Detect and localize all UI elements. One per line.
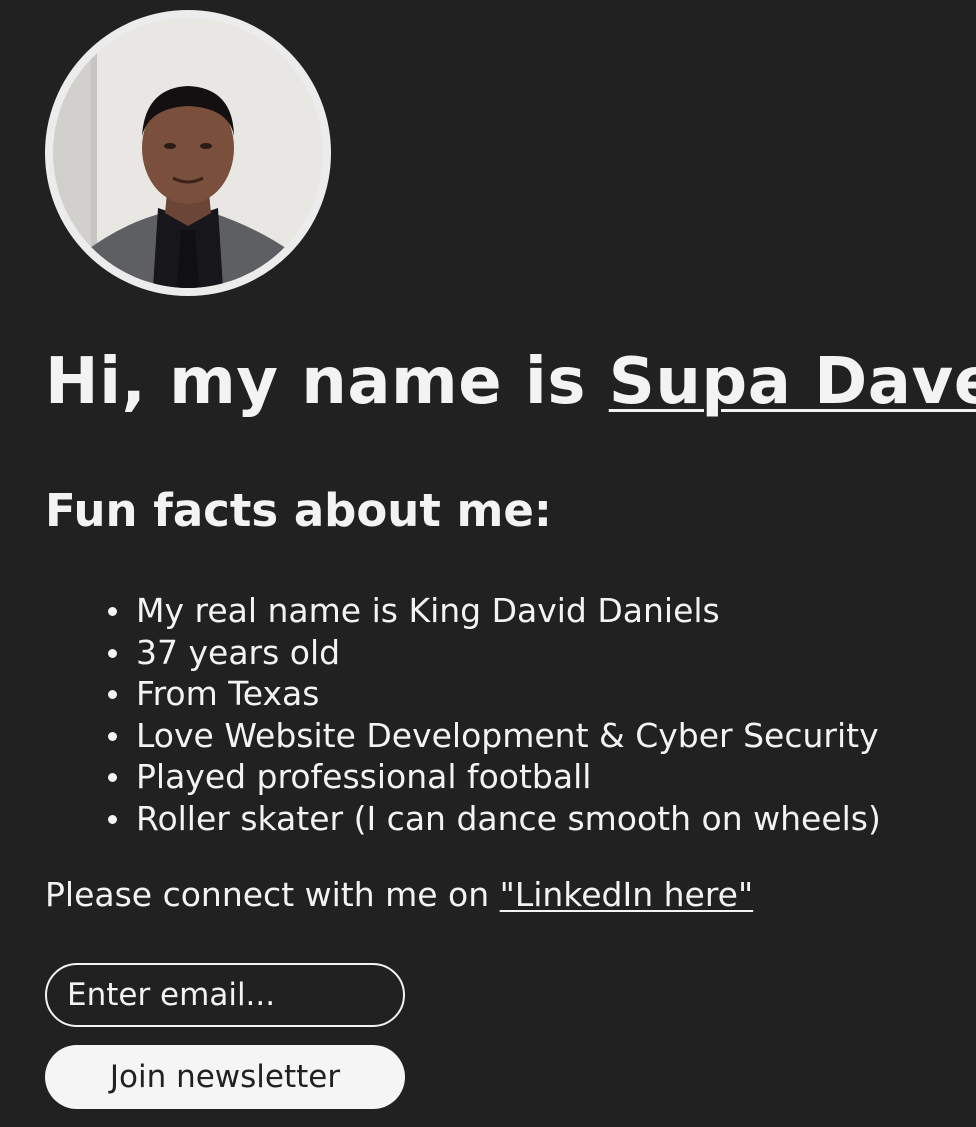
fun-fact-item: Love Website Development & Cyber Securit…	[108, 715, 881, 757]
join-newsletter-button[interactable]: Join newsletter	[45, 1045, 405, 1109]
name-link[interactable]: Supa Dave	[609, 345, 976, 419]
fun-fact-item: 37 years old	[108, 632, 881, 674]
avatar	[45, 10, 331, 296]
greeting-text: Hi, my name is	[45, 345, 609, 419]
page-title: Hi, my name is Supa Dave	[45, 350, 976, 414]
person-photo-icon	[53, 18, 323, 288]
email-input[interactable]	[45, 963, 405, 1027]
linkedin-link[interactable]: "LinkedIn here"	[500, 875, 754, 914]
fun-fact-item: My real name is King David Daniels	[108, 590, 881, 632]
fun-fact-item: Played professional football	[108, 756, 881, 798]
connect-prefix: Please connect with me on	[45, 875, 500, 914]
fun-facts-title: Fun facts about me:	[45, 484, 552, 537]
fun-fact-item: Roller skater (I can dance smooth on whe…	[108, 798, 881, 838]
fun-facts-list: My real name is King David Daniels 37 ye…	[45, 590, 881, 839]
fun-fact-item: From Texas	[108, 673, 881, 715]
profile-photo	[53, 18, 323, 288]
connect-text: Please connect with me on "LinkedIn here…	[45, 875, 753, 915]
